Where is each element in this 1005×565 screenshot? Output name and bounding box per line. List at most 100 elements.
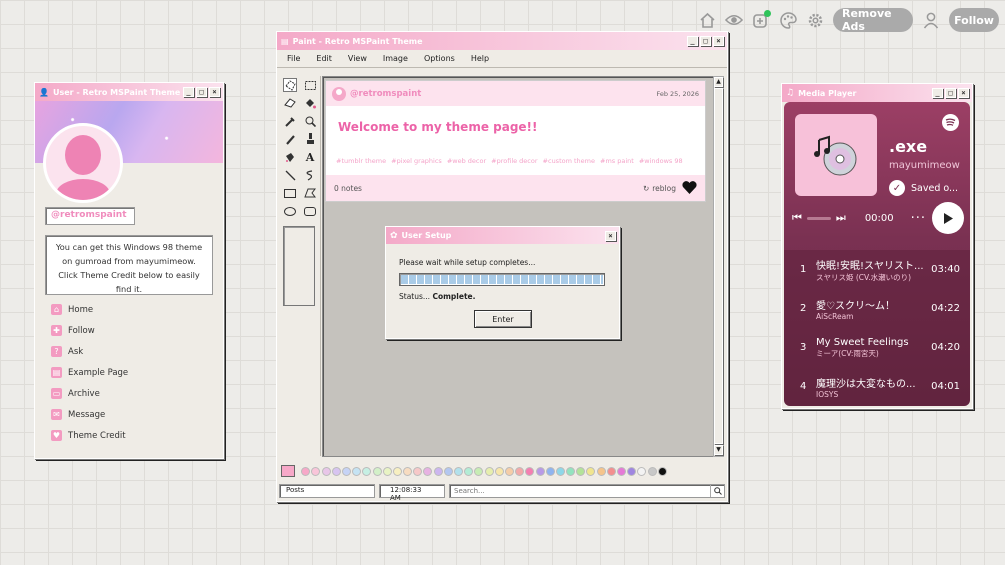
post-date[interactable]: Feb 25, 2026 [656, 90, 699, 98]
color-swatch[interactable] [545, 466, 555, 476]
color-swatch[interactable] [443, 466, 453, 476]
menu-view[interactable]: View [340, 54, 375, 63]
color-swatch[interactable] [352, 466, 362, 476]
maximize-button[interactable]: □ [196, 87, 207, 97]
media-player-titlebar[interactable]: ♫ Media Player _ □ × [782, 84, 972, 102]
minimize-button[interactable]: _ [183, 87, 194, 97]
ellipse-icon[interactable] [283, 204, 297, 218]
track-row[interactable]: 1 快眠!安眠!スヤリスト... スヤリス姫 (CV.水瀬いのり) 03:40 [784, 250, 970, 289]
color-swatch[interactable] [637, 466, 647, 476]
color-swatch[interactable] [433, 466, 443, 476]
color-swatch[interactable] [392, 466, 402, 476]
avatar[interactable] [43, 123, 123, 203]
color-swatch[interactable] [423, 466, 433, 476]
color-swatch[interactable] [464, 466, 474, 476]
color-swatch[interactable] [484, 466, 494, 476]
rounded-rect-icon[interactable] [303, 204, 317, 218]
color-swatch[interactable] [311, 466, 321, 476]
saved-indicator[interactable]: ✓ Saved o... [889, 180, 958, 196]
album-artist[interactable]: mayumimeow [889, 160, 960, 171]
notes-count[interactable]: 0 notes [334, 184, 643, 193]
color-swatch[interactable] [341, 466, 351, 476]
text-icon[interactable]: A [303, 150, 317, 164]
track-row[interactable]: 3 My Sweet Feelings ミーア(CV:雨宮天) 04:20 [784, 328, 970, 367]
color-swatch[interactable] [586, 466, 596, 476]
color-swatch[interactable] [555, 466, 565, 476]
color-swatch[interactable] [606, 466, 616, 476]
color-swatch[interactable] [413, 466, 423, 476]
close-button[interactable]: × [958, 88, 969, 98]
spotify-icon[interactable] [942, 114, 959, 131]
close-button[interactable]: × [605, 230, 616, 241]
reblog-button[interactable]: reblog [652, 184, 676, 193]
scroll-thumb[interactable] [714, 88, 723, 444]
color-swatch[interactable] [372, 466, 382, 476]
post-tag[interactable]: #ms paint [600, 157, 634, 165]
color-swatch[interactable] [657, 466, 667, 476]
color-swatch[interactable] [403, 466, 413, 476]
color-swatch[interactable] [454, 466, 463, 476]
vertical-scrollbar[interactable]: ▲ ▼ [713, 76, 724, 457]
menu-image[interactable]: Image [375, 54, 416, 63]
post-username[interactable]: @retromspaint [350, 89, 652, 99]
sidebar-item-follow[interactable]: ✚ Follow [51, 320, 211, 341]
post-avatar[interactable] [332, 86, 346, 101]
maximize-button[interactable]: □ [700, 36, 711, 46]
close-button[interactable]: × [209, 87, 220, 97]
palette-icon[interactable] [779, 11, 797, 29]
home-icon[interactable] [698, 11, 716, 29]
paint-window-titlebar[interactable]: ▤ Paint - Retro MSPaint Theme _ □ × [277, 32, 727, 50]
magnifier-icon[interactable] [303, 114, 317, 128]
color-picker-icon[interactable] [283, 114, 297, 128]
scroll-down-button[interactable]: ▼ [714, 445, 723, 455]
seek-bar[interactable] [806, 216, 831, 220]
play-button[interactable] [932, 202, 964, 234]
pencil-icon[interactable] [283, 132, 297, 146]
color-swatch[interactable] [362, 466, 372, 476]
minimize-button[interactable]: _ [932, 88, 943, 98]
sidebar-item-example-page[interactable]: ▤ Example Page [51, 362, 211, 383]
close-button[interactable]: × [713, 36, 724, 46]
color-swatch[interactable] [301, 466, 311, 476]
brush-icon[interactable] [303, 132, 317, 146]
line-icon[interactable] [283, 168, 297, 182]
post-tag[interactable]: #custom theme [543, 157, 595, 165]
post-tag[interactable]: #windows 98 [639, 157, 683, 165]
remove-ads-button[interactable]: Remove Ads [833, 7, 913, 33]
color-swatch[interactable] [627, 466, 637, 476]
eraser-icon[interactable] [283, 96, 297, 110]
post-tag[interactable]: #tumblr theme [336, 157, 386, 165]
post-tag[interactable]: #pixel graphics [391, 157, 442, 165]
airbrush-icon[interactable] [283, 150, 297, 164]
color-swatch[interactable] [525, 466, 535, 476]
color-swatch[interactable] [647, 466, 657, 476]
username-box[interactable]: @retromspaint [45, 207, 135, 225]
user-window-titlebar[interactable]: 👤 User - Retro MSPaint Theme _ □ × [35, 83, 223, 101]
color-swatch[interactable] [321, 466, 331, 476]
post-tag[interactable]: #profile decor [491, 157, 537, 165]
color-swatch[interactable] [596, 466, 606, 476]
color-swatch[interactable] [382, 466, 392, 476]
minimize-button[interactable]: _ [687, 36, 698, 46]
color-swatch[interactable] [515, 466, 525, 476]
next-icon[interactable]: ⏭ [836, 211, 846, 225]
follow-button[interactable]: Follow [949, 8, 999, 32]
color-swatch[interactable] [494, 466, 504, 476]
track-row[interactable]: 4 魔理沙は大変なもの... IOSYS 04:01 [784, 367, 970, 406]
maximize-button[interactable]: □ [945, 88, 956, 98]
menu-options[interactable]: Options [416, 54, 463, 63]
like-heart-icon[interactable] [682, 180, 697, 196]
menu-edit[interactable]: Edit [308, 54, 340, 63]
fill-icon[interactable] [303, 96, 317, 110]
sidebar-item-message[interactable]: ✉ Message [51, 404, 211, 425]
color-swatch[interactable] [566, 466, 576, 476]
new-post-icon[interactable] [752, 10, 771, 29]
previous-icon[interactable]: ⏮ [792, 211, 802, 225]
rectangle-icon[interactable] [283, 186, 297, 200]
reblog-icon[interactable]: ↻ [643, 184, 649, 193]
sidebar-item-home[interactable]: ⌂ Home [51, 299, 211, 320]
free-select-icon[interactable] [283, 78, 297, 92]
more-options-icon[interactable]: ··· [911, 211, 926, 226]
color-swatch[interactable] [535, 466, 545, 476]
sidebar-item-archive[interactable]: ▭ Archive [51, 383, 211, 404]
